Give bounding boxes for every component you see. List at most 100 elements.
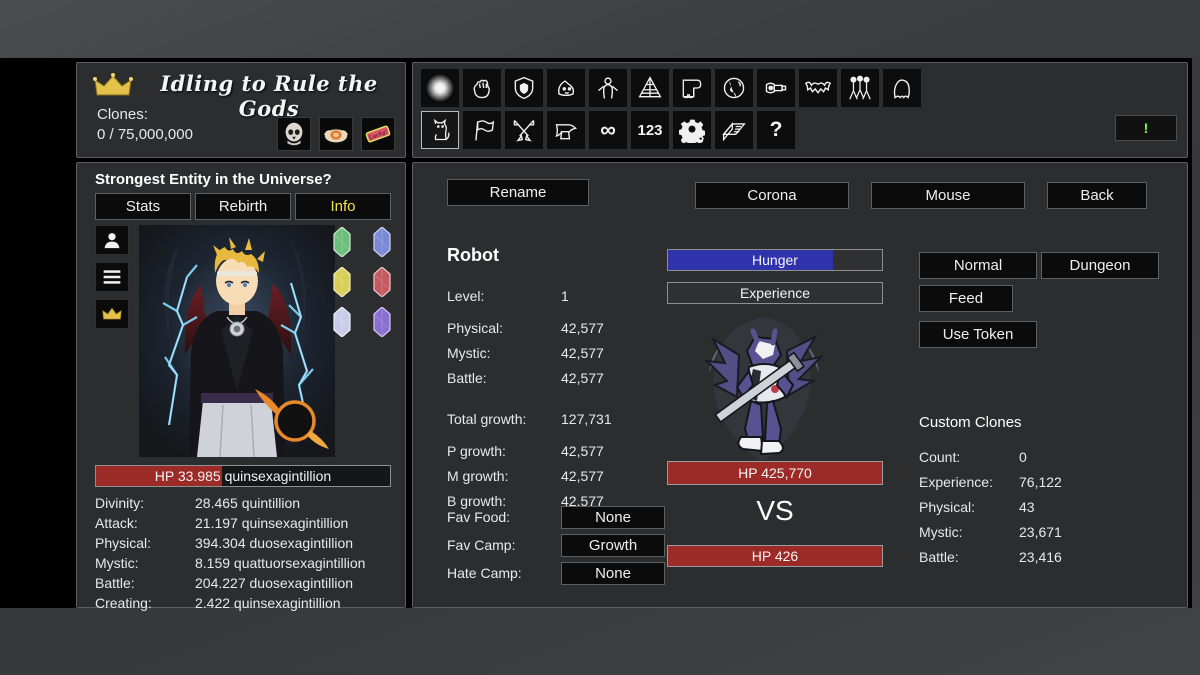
normal-mode-button[interactable]: Normal [919, 252, 1037, 279]
profile-icon[interactable] [95, 225, 129, 255]
gem-purple[interactable] [373, 306, 391, 338]
character-hp-bar: HP 33.985 quinsexagintillion [95, 465, 391, 487]
stat-value: 42,577 [561, 369, 604, 386]
person-arms-out-icon[interactable] [589, 69, 627, 107]
gear-icon[interactable] [673, 111, 711, 149]
hp-bar-label: HP 33.985 quinsexagintillion [154, 468, 332, 484]
stat-value: 204.227 duosexagintillion [195, 575, 354, 591]
stat-row: Divinity: 28.465 quintillion [95, 493, 395, 513]
stat-value: 394.304 duosexagintillion [195, 535, 354, 551]
book-icon[interactable] [715, 111, 753, 149]
fav-camp-row: Fav Camp: Growth [447, 531, 667, 559]
vs-label: VS [756, 495, 794, 526]
custom-clones-list: Count: 0 Experience: 76,122 Physical: 43… [919, 444, 1139, 569]
fist-icon[interactable] [463, 69, 501, 107]
flame-ring-item-icon[interactable] [319, 117, 353, 151]
stat-row: Physical: 394.304 duosexagintillion [95, 533, 395, 553]
globe-icon[interactable] [715, 69, 753, 107]
cat-icon[interactable] [421, 111, 459, 149]
experience-bar[interactable]: Experience [667, 282, 883, 304]
skull-item-icon[interactable] [277, 117, 311, 151]
self-hp-label: HP 425,770 [738, 465, 812, 481]
menu-icon[interactable] [95, 262, 129, 292]
alert-button[interactable]: ! [1115, 115, 1177, 141]
tab-info[interactable]: Info [295, 193, 391, 220]
corona-button[interactable]: Corona [695, 182, 849, 209]
growth-row: M growth: 42,577 [447, 463, 677, 488]
stat-value: 42,577 [561, 319, 604, 336]
ghost-icon[interactable] [883, 69, 921, 107]
crossed-swords-icon[interactable] [505, 111, 543, 149]
stat-key: Mystic: [447, 344, 491, 361]
page-title: Strongest Entity in the Universe? [95, 171, 332, 188]
clone-row: Physical: 43 [919, 494, 1139, 519]
clone-row: Experience: 76,122 [919, 469, 1139, 494]
fav-food-button[interactable]: None [561, 505, 665, 529]
self-hp-bar: HP 425,770 [667, 461, 883, 485]
clone-value: 0 [1019, 448, 1027, 465]
feed-button[interactable]: Feed [919, 285, 1013, 312]
stat-row: Mystic: 42,577 [447, 340, 677, 365]
pyramid-icon[interactable] [631, 69, 669, 107]
growth-row: P growth: 42,577 [447, 438, 677, 463]
cannon-icon[interactable] [757, 69, 795, 107]
stat-row: Physical: 42,577 [447, 315, 677, 340]
clone-row: Count: 0 [919, 444, 1139, 469]
bat-icon[interactable] [799, 69, 837, 107]
stat-value: 1 [561, 287, 569, 304]
tab-stats[interactable]: Stats [95, 193, 191, 220]
rename-button[interactable]: Rename [447, 179, 589, 206]
stat-key: Creating: [95, 595, 152, 611]
stat-key: Level: [447, 287, 485, 304]
light-orb-icon[interactable] [421, 69, 459, 107]
game-title: Idling to Rule the Gods [160, 71, 378, 121]
clone-key: Experience: [919, 473, 993, 490]
scroll-ruins-icon[interactable] [673, 69, 711, 107]
header-panel: Idling to Rule the Gods Clones: 0 / 75,0… [76, 62, 406, 158]
numbers-icon[interactable]: 123 [631, 111, 669, 149]
gem-white[interactable] [333, 306, 351, 338]
group-people-icon[interactable] [841, 69, 879, 107]
fav-food-row: Fav Food: None [447, 503, 667, 531]
app-root: Idling to Rule the Gods Clones: 0 / 75,0… [0, 0, 1200, 675]
stat-row: Mystic: 8.159 quattuorsexagintillion [95, 553, 395, 573]
crown-icon [93, 73, 133, 99]
growth-value: 42,577 [561, 467, 604, 484]
tab-rebirth[interactable]: Rebirth [195, 193, 291, 220]
dungeon-mode-button[interactable]: Dungeon [1041, 252, 1159, 279]
clone-key: Count: [919, 448, 961, 465]
back-button[interactable]: Back [1047, 182, 1147, 209]
stat-row: Creating: 2.422 quinsexagintillion [95, 593, 395, 613]
clone-row: Battle: 23,416 [919, 544, 1139, 569]
toolbar-row-1 [421, 69, 921, 107]
infinity-icon[interactable]: ∞ [589, 111, 627, 149]
gem-green[interactable] [333, 226, 351, 258]
anvil-icon[interactable] [547, 111, 585, 149]
stat-key: Battle: [447, 369, 487, 386]
hunger-bar[interactable]: Hunger [667, 249, 883, 271]
stat-value: 8.159 quattuorsexagintillion [195, 555, 366, 571]
flag-icon[interactable] [463, 111, 501, 149]
character-panel: Strongest Entity in the Universe? Stats … [76, 162, 406, 611]
stat-value: 28.465 quintillion [195, 495, 301, 511]
character-portrait [139, 225, 335, 457]
growth-value: 127,731 [561, 410, 612, 427]
hate-camp-button[interactable]: None [561, 561, 665, 585]
use-token-button[interactable]: Use Token [919, 321, 1037, 348]
clone-value: 43 [1019, 498, 1035, 515]
mouse-button[interactable]: Mouse [871, 182, 1025, 209]
custom-clones-title: Custom Clones [919, 414, 1022, 431]
stat-row: Level: 1 [447, 283, 677, 308]
gem-yellow[interactable] [333, 266, 351, 298]
growth-row: Total growth: 127,731 [447, 406, 677, 431]
slime-icon[interactable] [547, 69, 585, 107]
stat-row: Battle: 42,577 [447, 365, 677, 390]
crown-icon[interactable] [95, 299, 129, 329]
gem-red[interactable] [373, 266, 391, 298]
fav-camp-button[interactable]: Growth [561, 533, 665, 557]
lucky-ticket-item-icon[interactable]: Lucky! [361, 117, 395, 151]
shield-icon[interactable] [505, 69, 543, 107]
gem-blue[interactable] [373, 226, 391, 258]
fav-camp-label: Fav Camp: [447, 537, 516, 553]
help-icon[interactable]: ? [757, 111, 795, 149]
